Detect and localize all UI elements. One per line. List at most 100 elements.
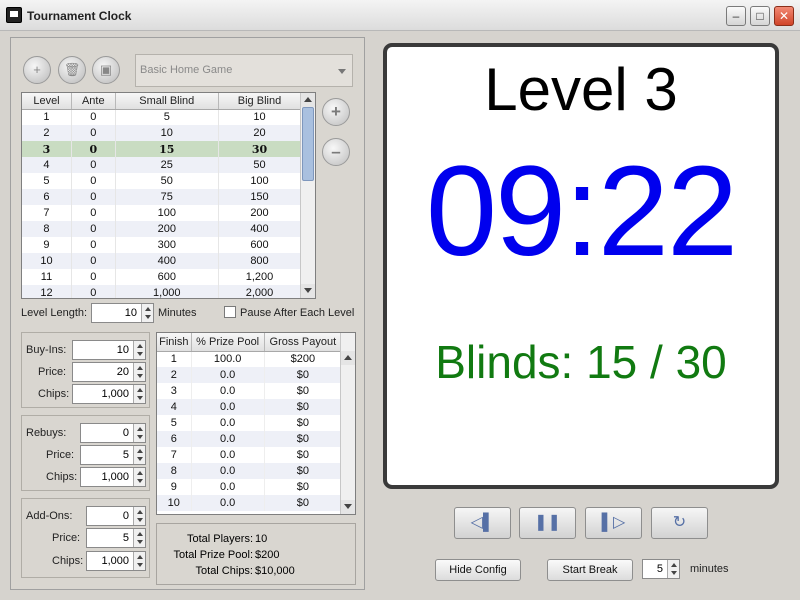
spinner-arrows-icon[interactable] [133, 424, 145, 442]
start-break-button[interactable]: Start Break [547, 559, 633, 581]
table-row[interactable]: 9 0.0 $0 [157, 479, 343, 495]
minimize-button[interactable]: – [726, 6, 746, 26]
table-cell[interactable]: 50 [115, 173, 219, 189]
table-cell[interactable]: 10 [22, 253, 72, 269]
table-row[interactable]: 12 0 1,000 2,000 [22, 285, 302, 298]
table-cell[interactable]: 5 [22, 173, 72, 189]
table-cell[interactable]: 30 [218, 141, 302, 157]
table-cell[interactable]: $0 [264, 383, 343, 399]
table-cell[interactable]: 9 [157, 479, 192, 495]
table-cell[interactable]: 0.0 [191, 447, 265, 463]
table-cell[interactable]: 800 [218, 253, 302, 269]
table-cell[interactable]: 0 [71, 285, 116, 298]
table-cell[interactable]: 200 [115, 221, 219, 237]
spinner-arrows-icon[interactable] [133, 341, 145, 359]
table-cell[interactable]: 400 [218, 221, 302, 237]
table-cell[interactable]: 4 [22, 157, 72, 173]
table-cell[interactable]: 0.0 [191, 399, 265, 415]
pause-after-checkbox[interactable] [224, 306, 236, 318]
table-row[interactable]: 1 100.0 $200 [157, 351, 343, 367]
levels-column-header[interactable]: Big Blind [218, 93, 302, 110]
levels-column-header[interactable]: Level [22, 93, 72, 110]
table-cell[interactable]: 8 [22, 221, 72, 237]
table-row[interactable]: 5 0.0 $0 [157, 415, 343, 431]
table-row[interactable]: 3 0 15 30 [22, 141, 302, 157]
table-cell[interactable]: 150 [218, 189, 302, 205]
table-cell[interactable]: 0 [71, 237, 116, 253]
levels-scrollbar[interactable] [300, 93, 315, 298]
table-cell[interactable]: 0.0 [191, 479, 265, 495]
table-cell[interactable]: 2 [22, 125, 72, 141]
table-cell[interactable]: 300 [115, 237, 219, 253]
add-level-button[interactable]: + [322, 98, 350, 126]
spinner-arrows-icon[interactable] [141, 304, 153, 322]
table-cell[interactable]: 15 [115, 141, 219, 157]
rebuys-spinner[interactable]: 0 [80, 423, 146, 443]
table-cell[interactable]: 0.0 [191, 415, 265, 431]
table-cell[interactable]: 3 [157, 383, 192, 399]
table-cell[interactable]: 50 [218, 157, 302, 173]
table-row[interactable]: 7 0 100 200 [22, 205, 302, 221]
levels-column-header[interactable]: Small Blind [115, 93, 219, 110]
spinner-arrows-icon[interactable] [667, 560, 679, 578]
table-cell[interactable]: 25 [115, 157, 219, 173]
table-row[interactable]: 9 0 300 600 [22, 237, 302, 253]
table-cell[interactable]: 400 [115, 253, 219, 269]
spinner-arrows-icon[interactable] [133, 363, 145, 381]
scroll-up-button[interactable] [301, 93, 315, 107]
table-cell[interactable]: $200 [264, 351, 343, 367]
table-cell[interactable]: 0.0 [191, 383, 265, 399]
table-cell[interactable]: 5 [157, 415, 192, 431]
next-level-button[interactable]: ▌▷ [585, 507, 642, 539]
table-cell[interactable]: 6 [22, 189, 72, 205]
table-cell[interactable]: 2,000 [218, 285, 302, 298]
table-cell[interactable]: $0 [264, 367, 343, 383]
table-row[interactable]: 11 0 600 1,200 [22, 269, 302, 285]
levels-table[interactable]: Level Ante Small Blind Big Blind 1 0 5 10 2 0 10 2… [21, 92, 316, 299]
table-cell[interactable]: 0.0 [191, 463, 265, 479]
rebuys-chips-spinner[interactable]: 1,000 [80, 467, 146, 487]
table-cell[interactable]: $0 [264, 463, 343, 479]
table-cell[interactable]: 0 [71, 221, 116, 237]
level-length-spinner[interactable]: 10 [91, 303, 154, 323]
table-row[interactable]: 7 0.0 $0 [157, 447, 343, 463]
scroll-down-button[interactable] [341, 500, 355, 514]
payouts-column-header[interactable]: Gross Payout [264, 333, 343, 352]
table-cell[interactable]: $0 [264, 479, 343, 495]
buyins-price-spinner[interactable]: 20 [72, 362, 146, 382]
buyins-chips-spinner[interactable]: 1,000 [72, 384, 146, 404]
payouts-scrollbar[interactable] [340, 333, 355, 514]
table-cell[interactable]: 11 [22, 269, 72, 285]
table-row[interactable]: 8 0 200 400 [22, 221, 302, 237]
close-button[interactable]: ✕ [774, 6, 794, 26]
rebuys-price-spinner[interactable]: 5 [80, 445, 146, 465]
maximize-button[interactable]: □ [750, 6, 770, 26]
remove-level-button[interactable]: – [322, 138, 350, 166]
pause-button[interactable]: ❚❚ [519, 507, 576, 539]
table-cell[interactable]: 0 [71, 173, 116, 189]
table-row[interactable]: 1 0 5 10 [22, 109, 302, 125]
spinner-arrows-icon[interactable] [133, 385, 145, 403]
break-minutes-spinner[interactable]: 5 [642, 559, 680, 579]
table-cell[interactable]: 100 [115, 205, 219, 221]
table-cell[interactable]: 0 [71, 109, 116, 125]
spinner-arrows-icon[interactable] [133, 552, 145, 570]
previous-level-button[interactable]: ◁▌ [454, 507, 511, 539]
table-row[interactable]: 10 0.0 $0 [157, 495, 343, 511]
table-cell[interactable]: 0 [71, 189, 116, 205]
table-cell[interactable]: $0 [264, 431, 343, 447]
payouts-table[interactable]: Finish% Prize Pool Gross Payout 1 100.0 $20… [156, 332, 356, 515]
table-cell[interactable]: 75 [115, 189, 219, 205]
table-cell[interactable]: 600 [218, 237, 302, 253]
table-cell[interactable]: $0 [264, 447, 343, 463]
table-cell[interactable]: $0 [264, 415, 343, 431]
payouts-column-header[interactable]: % Prize Pool [191, 333, 265, 352]
table-cell[interactable]: 8 [157, 463, 192, 479]
table-cell[interactable]: 0 [71, 205, 116, 221]
table-row[interactable]: 6 0 75 150 [22, 189, 302, 205]
new-structure-button[interactable]: + [23, 56, 51, 84]
table-cell[interactable]: 12 [22, 285, 72, 298]
table-cell[interactable]: 6 [157, 431, 192, 447]
table-cell[interactable]: 0 [71, 269, 116, 285]
spinner-arrows-icon[interactable] [133, 446, 145, 464]
